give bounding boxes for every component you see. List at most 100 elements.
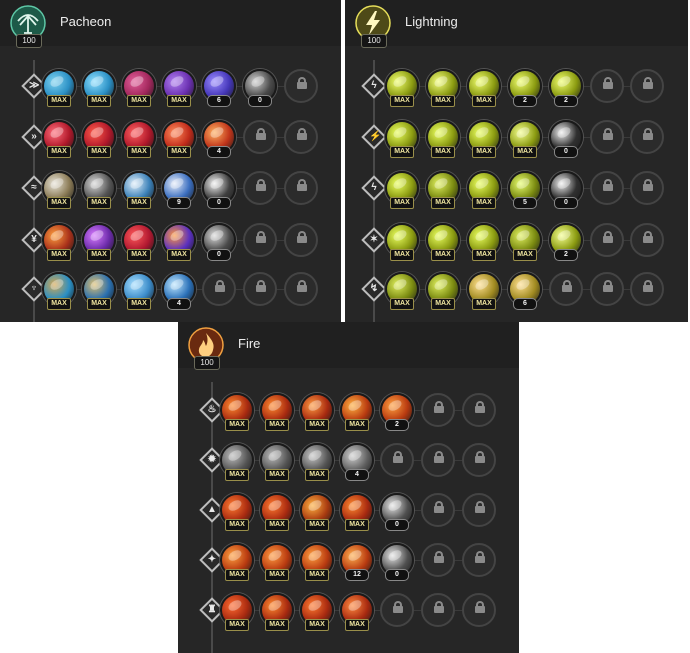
skill-node[interactable]: 12: [340, 543, 374, 581]
skill-node[interactable]: MAX: [385, 272, 419, 310]
skill-node[interactable]: MAX: [385, 171, 419, 209]
locked-skill-slot[interactable]: [284, 171, 318, 205]
skill-node[interactable]: MAX: [426, 69, 460, 107]
skill-node[interactable]: MAX: [42, 223, 76, 261]
skill-node[interactable]: MAX: [300, 593, 334, 631]
skill-node[interactable]: MAX: [260, 493, 294, 531]
locked-skill-slot[interactable]: [590, 69, 624, 103]
skill-node[interactable]: MAX: [82, 120, 116, 158]
skill-node[interactable]: MAX: [220, 443, 254, 481]
skill-node[interactable]: 2: [508, 69, 542, 107]
skill-node[interactable]: MAX: [340, 593, 374, 631]
locked-skill-slot[interactable]: [590, 120, 624, 154]
skill-node[interactable]: 0: [380, 493, 414, 531]
skill-node[interactable]: MAX: [220, 393, 254, 431]
locked-skill-slot[interactable]: [590, 272, 624, 306]
skill-node[interactable]: MAX: [426, 120, 460, 158]
skill-node[interactable]: 2: [380, 393, 414, 431]
skill-node[interactable]: 4: [202, 120, 236, 158]
skill-node[interactable]: 2: [549, 223, 583, 261]
skill-node[interactable]: MAX: [260, 593, 294, 631]
locked-skill-slot[interactable]: [462, 543, 496, 577]
skill-node[interactable]: 0: [380, 543, 414, 581]
locked-skill-slot[interactable]: [421, 593, 455, 627]
skill-node[interactable]: 4: [340, 443, 374, 481]
locked-skill-slot[interactable]: [630, 69, 664, 103]
locked-skill-slot[interactable]: [421, 393, 455, 427]
skill-node[interactable]: MAX: [42, 69, 76, 107]
skill-node[interactable]: MAX: [467, 171, 501, 209]
skill-node[interactable]: MAX: [508, 223, 542, 261]
skill-node[interactable]: 6: [202, 69, 236, 107]
skill-node[interactable]: MAX: [122, 223, 156, 261]
locked-skill-slot[interactable]: [549, 272, 583, 306]
skill-node[interactable]: MAX: [122, 171, 156, 209]
locked-skill-slot[interactable]: [284, 223, 318, 257]
skill-node[interactable]: MAX: [82, 272, 116, 310]
locked-skill-slot[interactable]: [243, 171, 277, 205]
skill-node[interactable]: MAX: [340, 393, 374, 431]
locked-skill-slot[interactable]: [421, 493, 455, 527]
locked-skill-slot[interactable]: [630, 120, 664, 154]
skill-node[interactable]: MAX: [340, 493, 374, 531]
skill-node[interactable]: 0: [202, 171, 236, 209]
locked-skill-slot[interactable]: [630, 223, 664, 257]
skill-node[interactable]: 0: [202, 223, 236, 261]
skill-node[interactable]: MAX: [162, 69, 196, 107]
skill-node[interactable]: MAX: [162, 223, 196, 261]
locked-skill-slot[interactable]: [243, 120, 277, 154]
skill-node[interactable]: MAX: [426, 272, 460, 310]
skill-node[interactable]: MAX: [300, 493, 334, 531]
skill-node[interactable]: 0: [243, 69, 277, 107]
skill-node[interactable]: 6: [508, 272, 542, 310]
locked-skill-slot[interactable]: [462, 393, 496, 427]
skill-node[interactable]: MAX: [385, 223, 419, 261]
skill-node[interactable]: MAX: [467, 69, 501, 107]
locked-skill-slot[interactable]: [284, 69, 318, 103]
skill-node[interactable]: 5: [508, 171, 542, 209]
skill-node[interactable]: MAX: [82, 171, 116, 209]
skill-node[interactable]: MAX: [220, 543, 254, 581]
locked-skill-slot[interactable]: [421, 443, 455, 477]
skill-node[interactable]: MAX: [385, 120, 419, 158]
locked-skill-slot[interactable]: [202, 272, 236, 306]
locked-skill-slot[interactable]: [590, 171, 624, 205]
skill-node[interactable]: MAX: [300, 543, 334, 581]
skill-node[interactable]: MAX: [42, 120, 76, 158]
locked-skill-slot[interactable]: [284, 120, 318, 154]
skill-node[interactable]: 9: [162, 171, 196, 209]
skill-node[interactable]: MAX: [260, 543, 294, 581]
skill-node[interactable]: MAX: [260, 443, 294, 481]
skill-node[interactable]: 0: [549, 120, 583, 158]
locked-skill-slot[interactable]: [630, 171, 664, 205]
skill-node[interactable]: MAX: [467, 272, 501, 310]
skill-node[interactable]: MAX: [82, 69, 116, 107]
locked-skill-slot[interactable]: [421, 543, 455, 577]
locked-skill-slot[interactable]: [462, 593, 496, 627]
skill-node[interactable]: 0: [549, 171, 583, 209]
locked-skill-slot[interactable]: [243, 223, 277, 257]
skill-node[interactable]: MAX: [122, 120, 156, 158]
skill-node[interactable]: MAX: [385, 69, 419, 107]
locked-skill-slot[interactable]: [630, 272, 664, 306]
skill-node[interactable]: MAX: [42, 171, 76, 209]
skill-node[interactable]: MAX: [467, 120, 501, 158]
skill-node[interactable]: MAX: [42, 272, 76, 310]
skill-node[interactable]: 4: [162, 272, 196, 310]
skill-node[interactable]: MAX: [260, 393, 294, 431]
skill-node[interactable]: MAX: [122, 69, 156, 107]
skill-node[interactable]: MAX: [426, 171, 460, 209]
skill-node[interactable]: 2: [549, 69, 583, 107]
locked-skill-slot[interactable]: [380, 593, 414, 627]
skill-node[interactable]: MAX: [82, 223, 116, 261]
skill-node[interactable]: MAX: [426, 223, 460, 261]
skill-node[interactable]: MAX: [508, 120, 542, 158]
skill-node[interactable]: MAX: [162, 120, 196, 158]
skill-node[interactable]: MAX: [300, 393, 334, 431]
locked-skill-slot[interactable]: [462, 493, 496, 527]
skill-node[interactable]: MAX: [122, 272, 156, 310]
skill-node[interactable]: MAX: [300, 443, 334, 481]
skill-node[interactable]: MAX: [220, 593, 254, 631]
locked-skill-slot[interactable]: [284, 272, 318, 306]
skill-node[interactable]: MAX: [220, 493, 254, 531]
